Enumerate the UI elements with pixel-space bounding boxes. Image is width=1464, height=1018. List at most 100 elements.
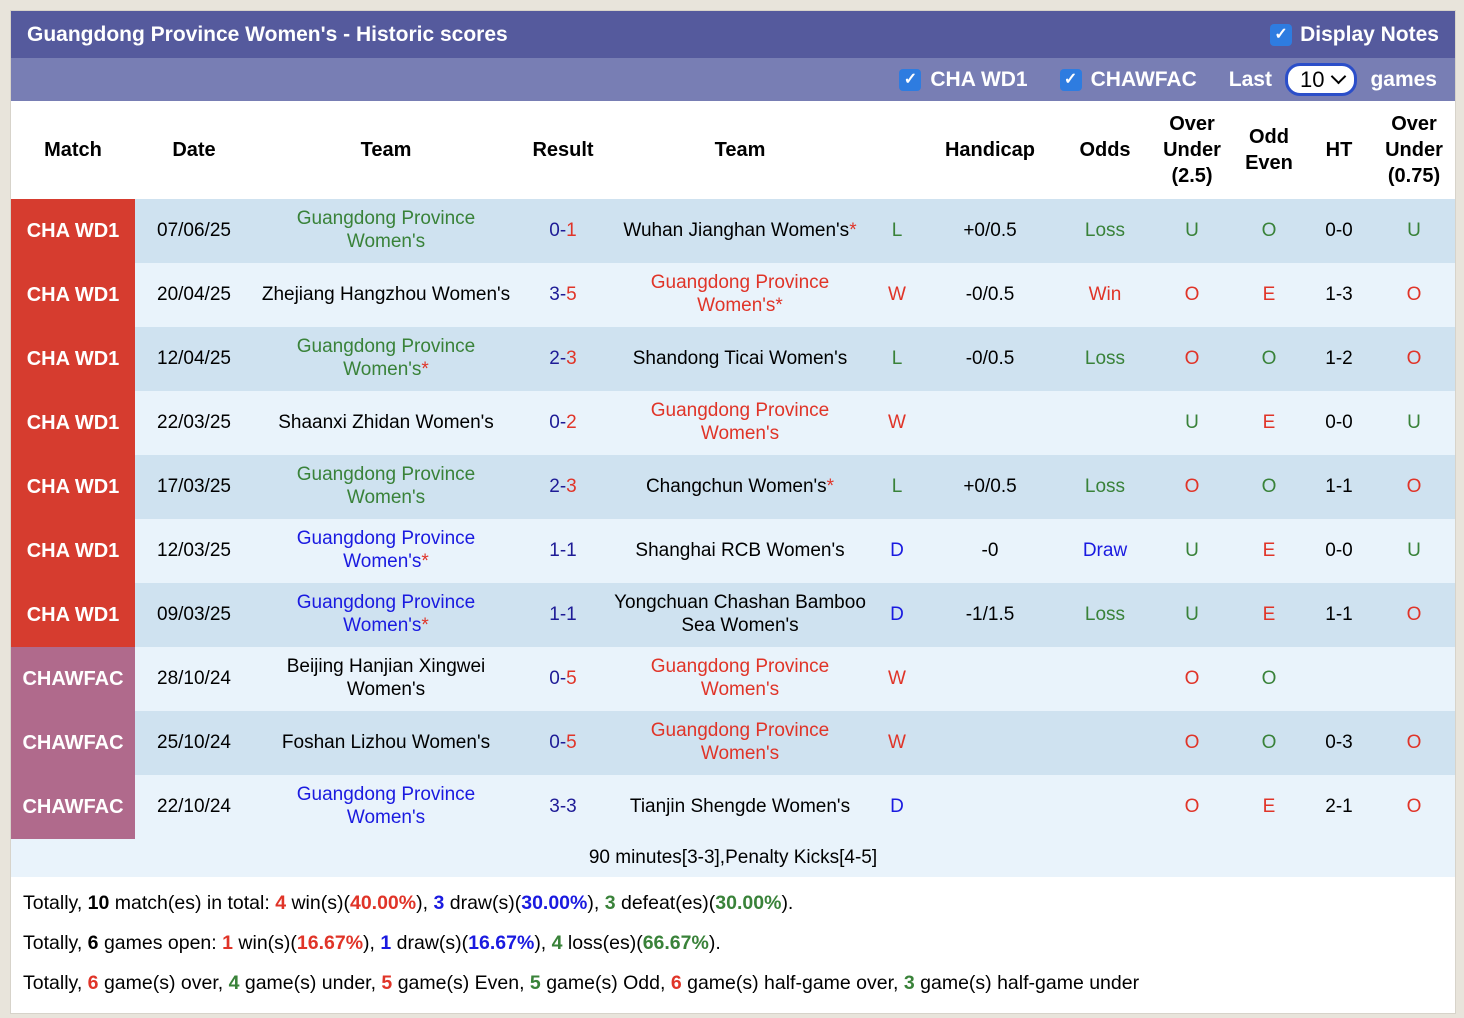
ht-cell: 1-3 xyxy=(1305,263,1373,327)
result-cell: 2-3 xyxy=(519,327,607,391)
cha-wd1-label: CHA WD1 xyxy=(930,67,1028,91)
result-cell: 0-5 xyxy=(519,711,607,775)
ht-cell: 1-2 xyxy=(1305,327,1373,391)
cha-wd1-checkbox[interactable]: ✓ xyxy=(899,68,922,91)
match-note: 90 minutes[3-3],Penalty Kicks[4-5] xyxy=(11,839,1455,877)
match-cell: CHA WD1 xyxy=(11,199,135,263)
home-team-cell: Guangdong Province Women's* xyxy=(253,519,519,583)
result-cell: 1-1 xyxy=(519,583,607,647)
result-cell: 0-1 xyxy=(519,199,607,263)
ou075-cell: O xyxy=(1373,775,1455,839)
odd-even-cell: O xyxy=(1233,711,1305,775)
ht-cell: 0-0 xyxy=(1305,199,1373,263)
ht-cell: 0-0 xyxy=(1305,391,1373,455)
odds-cell xyxy=(1059,647,1151,711)
check-icon: ✓ xyxy=(903,70,918,88)
table-row: CHA WD1 09/03/25 Guangdong Province Wome… xyxy=(11,583,1455,647)
title-bar: Guangdong Province Women's - Historic sc… xyxy=(11,11,1455,58)
totals-line-open: Totally, 6 games open: 1 win(s)(16.67%),… xyxy=(23,931,721,954)
ou25-cell: O xyxy=(1151,711,1233,775)
page: Guangdong Province Women's - Historic sc… xyxy=(0,0,1464,1014)
last-games-select[interactable]: 10 xyxy=(1284,63,1358,96)
check-icon: ✓ xyxy=(1063,70,1078,88)
odds-cell xyxy=(1059,711,1151,775)
ou25-cell: U xyxy=(1151,519,1233,583)
col-match: Match xyxy=(11,101,135,199)
ht-cell: 2-1 xyxy=(1305,775,1373,839)
away-team-cell: Shanghai RCB Women's xyxy=(607,519,873,583)
last-label: Last xyxy=(1228,67,1272,91)
col-result: Result xyxy=(519,101,607,199)
result-cell: 0-5 xyxy=(519,647,607,711)
away-team-cell: Wuhan Jianghan Women's* xyxy=(607,199,873,263)
display-notes-checkbox[interactable]: ✓ xyxy=(1270,23,1293,46)
wld-cell: L xyxy=(873,327,921,391)
games-label: games xyxy=(1370,67,1437,91)
handicap-cell: -0/0.5 xyxy=(921,327,1059,391)
home-team-cell: Shaanxi Zhidan Women's xyxy=(253,391,519,455)
handicap-cell xyxy=(921,647,1059,711)
totals-line-over-under: Totally, 6 game(s) over, 4 game(s) under… xyxy=(23,971,1140,994)
ou25-cell: O xyxy=(1151,775,1233,839)
last-games-filter: Last 10 games xyxy=(1229,63,1437,96)
odds-cell: Loss xyxy=(1059,583,1151,647)
ht-cell: 0-0 xyxy=(1305,519,1373,583)
date-cell: 12/04/25 xyxy=(135,327,253,391)
away-team-cell: Guangdong Province Women's xyxy=(607,647,873,711)
filter-chawfac[interactable]: ✓ CHAWFAC xyxy=(1059,68,1197,92)
table-row: CHA WD1 12/04/25 Guangdong Province Wome… xyxy=(11,327,1455,391)
odd-even-cell: O xyxy=(1233,327,1305,391)
col-odds: Odds xyxy=(1059,101,1151,199)
away-team-cell: Guangdong Province Women's xyxy=(607,391,873,455)
filter-cha-wd1[interactable]: ✓ CHA WD1 xyxy=(899,67,1028,92)
match-cell: CHA WD1 xyxy=(11,583,135,647)
away-team-cell: Guangdong Province Women's* xyxy=(607,263,873,327)
odd-even-cell: O xyxy=(1233,455,1305,519)
handicap-cell xyxy=(921,775,1059,839)
totals-section: Totally, 10 match(es) in total: 4 win(s)… xyxy=(11,877,1455,1013)
wld-cell: L xyxy=(873,199,921,263)
match-cell: CHAWFAC xyxy=(11,647,135,711)
ou075-cell: O xyxy=(1373,455,1455,519)
col-odd-even: Odd Even xyxy=(1233,101,1305,199)
handicap-cell: -0 xyxy=(921,519,1059,583)
odds-cell xyxy=(1059,775,1151,839)
match-cell: CHAWFAC xyxy=(11,711,135,775)
wld-cell: D xyxy=(873,775,921,839)
display-notes-toggle[interactable]: ✓ Display Notes xyxy=(1270,23,1439,47)
col-away-team: Team xyxy=(607,101,873,199)
ou075-cell: O xyxy=(1373,263,1455,327)
match-cell: CHA WD1 xyxy=(11,455,135,519)
odd-even-cell: O xyxy=(1233,647,1305,711)
col-over-under-25: Over Under (2.5) xyxy=(1151,101,1233,199)
col-wld xyxy=(873,101,921,199)
note-body: 90 minutes[3-3],Penalty Kicks[4-5] xyxy=(11,839,1455,877)
table-row: CHA WD1 07/06/25 Guangdong Province Wome… xyxy=(11,199,1455,263)
page-title: Guangdong Province Women's - Historic sc… xyxy=(27,22,508,46)
historic-scores-panel: Guangdong Province Women's - Historic sc… xyxy=(10,10,1456,1014)
wld-cell: W xyxy=(873,711,921,775)
handicap-cell xyxy=(921,391,1059,455)
home-team-cell: Guangdong Province Women's* xyxy=(253,583,519,647)
date-cell: 07/06/25 xyxy=(135,199,253,263)
result-cell: 1-1 xyxy=(519,519,607,583)
odds-cell: Loss xyxy=(1059,327,1151,391)
result-cell: 2-3 xyxy=(519,455,607,519)
ou075-cell: U xyxy=(1373,199,1455,263)
away-team-cell: Tianjin Shengde Women's xyxy=(607,775,873,839)
date-cell: 17/03/25 xyxy=(135,455,253,519)
odd-even-cell: E xyxy=(1233,583,1305,647)
handicap-cell xyxy=(921,711,1059,775)
note-row: 90 minutes[3-3],Penalty Kicks[4-5] xyxy=(11,839,1455,877)
wld-cell: W xyxy=(873,647,921,711)
historic-scores-table: Match Date Team Result Team Handicap Odd… xyxy=(11,101,1455,877)
ou075-cell: O xyxy=(1373,583,1455,647)
away-team-cell: Guangdong Province Women's xyxy=(607,711,873,775)
match-cell: CHAWFAC xyxy=(11,775,135,839)
date-cell: 28/10/24 xyxy=(135,647,253,711)
ht-cell: 1-1 xyxy=(1305,583,1373,647)
handicap-cell: -1/1.5 xyxy=(921,583,1059,647)
table-row: CHA WD1 22/03/25 Shaanxi Zhidan Women's … xyxy=(11,391,1455,455)
check-icon: ✓ xyxy=(1274,25,1288,43)
chawfac-checkbox[interactable]: ✓ xyxy=(1059,68,1082,91)
